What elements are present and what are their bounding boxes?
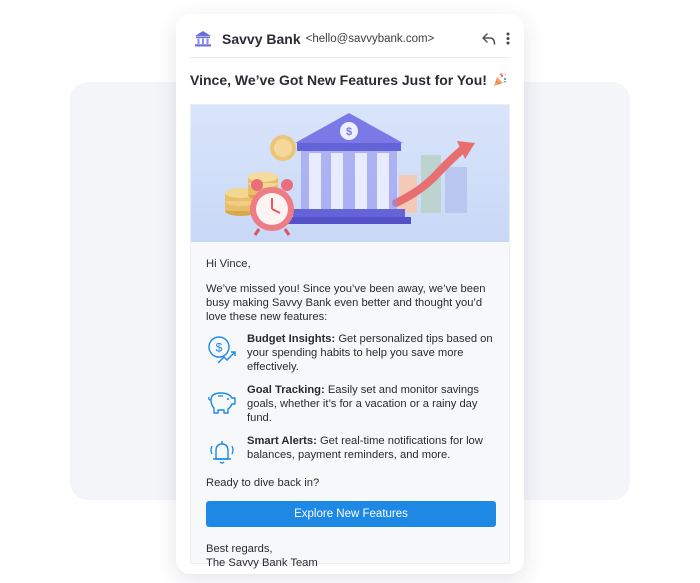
cta-question: Ready to dive back in?: [206, 477, 320, 489]
feature-title: Budget Insights:: [247, 333, 336, 345]
explore-features-button[interactable]: Explore New Features: [206, 501, 496, 527]
email-body: $ Hi Vince, We’ve missed you! Since you’…: [190, 104, 510, 569]
signature-line: The Savvy Bank Team: [206, 557, 318, 569]
money-growth-icon: $: [208, 336, 236, 364]
bar-graph-icon: [392, 141, 475, 213]
subject-text: Vince, We’ve Got New Features Just for Y…: [190, 72, 487, 88]
feature-smart-alerts: Smart Alerts: Get real-time notification…: [206, 434, 496, 467]
feature-text: Budget Insights: Get personalized tips b…: [247, 332, 496, 374]
feature-text: Smart Alerts: Get real-time notification…: [247, 434, 496, 462]
intro-paragraph: We’ve missed you! Since you’ve been away…: [206, 283, 486, 323]
reply-icon[interactable]: [482, 32, 496, 45]
header-actions: [482, 32, 510, 45]
hero-illustration: $: [225, 113, 475, 236]
sender-name: Savvy Bank: [222, 30, 301, 47]
sender-email: <hello@savvybank.com>: [305, 32, 435, 45]
email-card: Savvy Bank <hello@savvybank.com> Vince, …: [176, 14, 524, 574]
piggy-bank-icon: [208, 392, 236, 414]
signoff: Best regards, The Savvy Bank Team: [206, 542, 496, 570]
feature-title: Goal Tracking:: [247, 384, 325, 396]
feature-budget-insights: $ Budget Insights: Get personalized tips…: [206, 332, 496, 374]
bell-alert-icon: [210, 441, 234, 464]
email-content: Hi Vince, We’ve missed you! Since you’ve…: [206, 257, 496, 570]
greeting: Hi Vince,: [206, 258, 251, 270]
bank-icon: [195, 30, 211, 46]
party-popper-icon: [493, 73, 507, 86]
svg-text:$: $: [216, 341, 223, 355]
signoff-line: Best regards,: [206, 543, 273, 555]
feature-title: Smart Alerts:: [247, 435, 317, 447]
alarm-clock-icon: [250, 179, 294, 236]
svg-text:$: $: [346, 126, 352, 138]
bank-building-icon: $: [287, 113, 411, 224]
kebab-menu-icon[interactable]: [506, 32, 510, 45]
feature-text: Goal Tracking: Easily set and monitor sa…: [247, 383, 496, 425]
hero-banner: $: [191, 105, 509, 242]
feature-goal-tracking: Goal Tracking: Easily set and monitor sa…: [206, 383, 496, 425]
email-header: Savvy Bank <hello@savvybank.com>: [190, 26, 510, 58]
email-subject: Vince, We’ve Got New Features Just for Y…: [190, 72, 510, 88]
